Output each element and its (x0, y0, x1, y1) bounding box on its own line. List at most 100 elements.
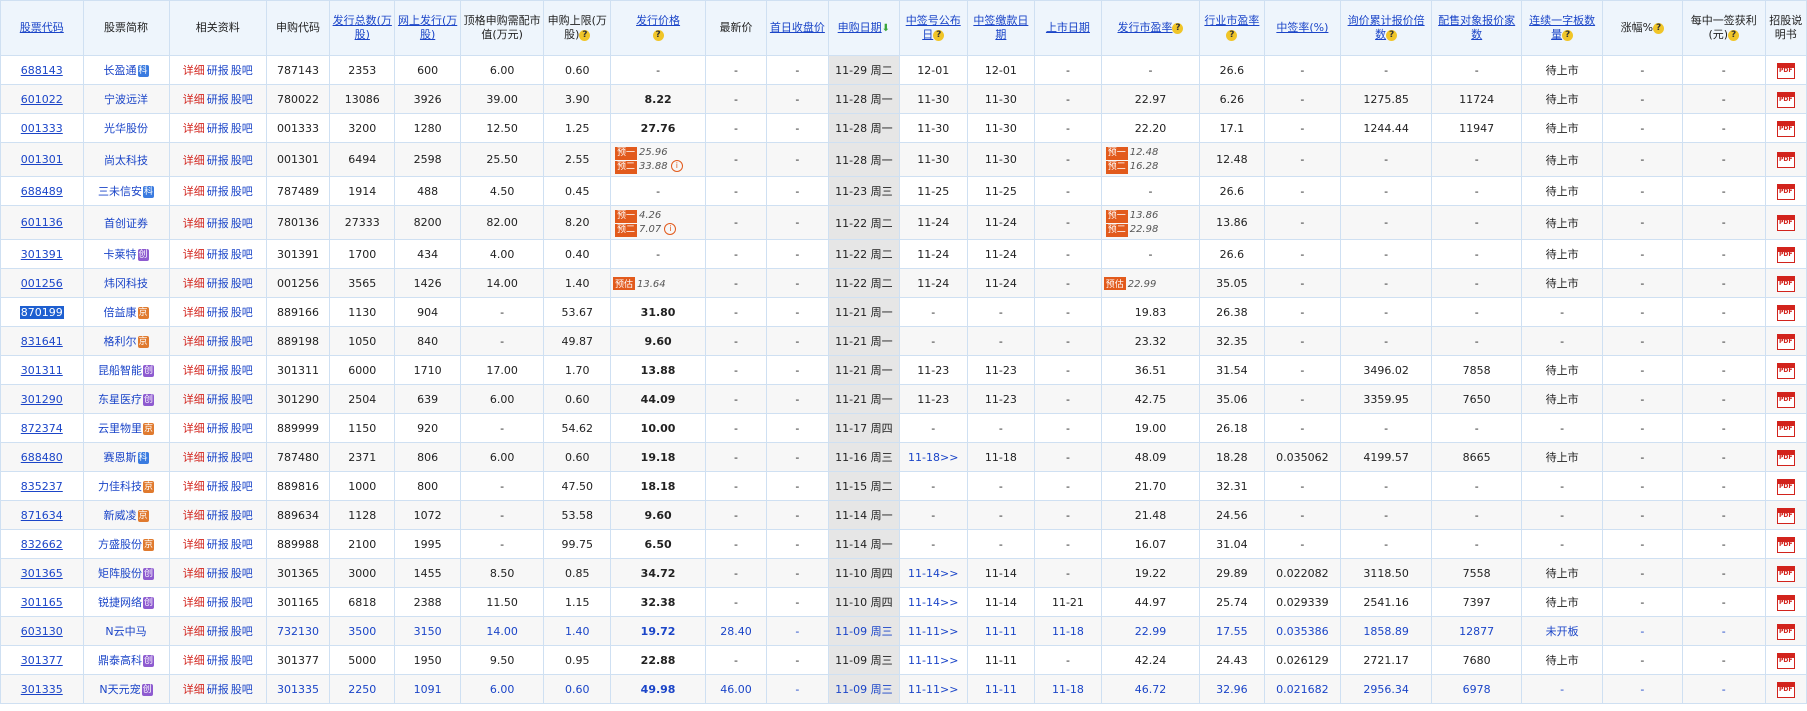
question-icon[interactable]: ? (933, 29, 945, 41)
research-link[interactable]: 研报 (207, 422, 229, 435)
forum-link[interactable]: 股吧 (231, 451, 253, 464)
stock-name-link[interactable]: 三未信安 (98, 185, 142, 198)
stock-name-cell[interactable]: 宁波远洋 (82, 84, 170, 114)
pdf-icon[interactable]: PDF (1776, 681, 1795, 698)
question-icon[interactable]: ? (652, 29, 664, 41)
stock-name-link[interactable]: 首创证券 (104, 217, 148, 230)
stock-code-cell[interactable]: 001301 (0, 142, 84, 177)
pdf-icon[interactable]: PDF (1776, 478, 1795, 495)
detail-link[interactable]: 详细 (183, 596, 205, 609)
forum-link[interactable]: 股吧 (231, 217, 253, 230)
stock-name-cell[interactable]: 鼎泰高科创 (82, 645, 170, 675)
forum-link[interactable]: 股吧 (231, 185, 253, 198)
research-link[interactable]: 研报 (207, 451, 229, 464)
stock-name-link[interactable]: 鼎泰高科 (98, 654, 142, 667)
stock-code-cell[interactable]: 301335 (0, 674, 84, 704)
research-link[interactable]: 研报 (207, 509, 229, 522)
research-link[interactable]: 研报 (207, 596, 229, 609)
pdf-icon[interactable]: PDF (1776, 215, 1795, 231)
pdf-icon[interactable]: PDF (1776, 565, 1795, 582)
research-link[interactable]: 研报 (207, 625, 229, 638)
header-code[interactable]: 股票代码 (0, 0, 84, 56)
detail-link[interactable]: 详细 (183, 335, 205, 348)
stock-name-link[interactable]: 东星医疗 (98, 393, 142, 406)
stock-name-link[interactable]: 尚太科技 (104, 154, 148, 167)
info-icon[interactable]: i (664, 222, 677, 235)
research-link[interactable]: 研报 (207, 364, 229, 377)
pdf-icon[interactable]: PDF (1776, 246, 1795, 263)
stock-name-link[interactable]: 卡莱特 (104, 248, 137, 261)
detail-link[interactable]: 详细 (183, 93, 205, 106)
detail-link[interactable]: 详细 (183, 122, 205, 135)
stock-name-cell[interactable]: 矩阵股份创 (82, 558, 170, 588)
stock-name-link[interactable]: 矩阵股份 (98, 567, 142, 580)
header-win-rate[interactable]: 中签率(%) (1263, 0, 1342, 56)
detail-link[interactable]: 详细 (183, 451, 205, 464)
forum-link[interactable]: 股吧 (231, 277, 253, 290)
research-link[interactable]: 研报 (207, 217, 229, 230)
header-pay-date[interactable]: 中签缴款日期 (966, 0, 1036, 56)
pdf-icon[interactable]: PDF (1776, 275, 1795, 292)
announce-date-cell[interactable]: 11-11>> (898, 616, 968, 646)
stock-code-link[interactable]: 001333 (21, 122, 63, 135)
detail-link[interactable]: 详细 (183, 422, 205, 435)
stock-code-cell[interactable]: 832662 (0, 529, 84, 559)
stock-name-cell[interactable]: 云里物里京 (82, 413, 170, 443)
forum-link[interactable]: 股吧 (231, 248, 253, 261)
stock-code-cell[interactable]: 870199 (0, 297, 84, 327)
stock-code-link[interactable]: 301365 (21, 567, 63, 580)
header-industry-pe[interactable]: 行业市盈率? (1199, 0, 1265, 56)
announce-date-cell[interactable]: 11-14>> (898, 587, 968, 617)
prospectus-cell[interactable]: PDF (1764, 55, 1807, 85)
prospectus-cell[interactable]: PDF (1764, 113, 1807, 143)
stock-code-cell[interactable]: 301391 (0, 239, 84, 269)
header-announce-date[interactable]: 中签号公布日? (898, 0, 968, 56)
stock-code-link[interactable]: 872374 (21, 422, 63, 435)
pdf-icon[interactable]: PDF (1776, 120, 1795, 137)
stock-name-link[interactable]: 倍益康 (104, 306, 137, 319)
research-link[interactable]: 研报 (207, 335, 229, 348)
stock-code-link[interactable]: 870199 (19, 305, 64, 319)
header-issue-price[interactable]: 发行价格? (609, 0, 707, 56)
prospectus-cell[interactable]: PDF (1764, 558, 1807, 588)
stock-name-cell[interactable]: 炜冈科技 (82, 268, 170, 298)
stock-code-link[interactable]: 688489 (21, 185, 63, 198)
stock-name-link[interactable]: 新威凌 (104, 509, 137, 522)
header-issue-total[interactable]: 发行总数(万股) (329, 0, 396, 56)
stock-code-link[interactable]: 688143 (21, 64, 63, 77)
research-link[interactable]: 研报 (207, 93, 229, 106)
stock-name-cell[interactable]: 卡莱特创 (82, 239, 170, 269)
detail-link[interactable]: 详细 (183, 654, 205, 667)
stock-code-link[interactable]: 001256 (21, 277, 63, 290)
stock-name-link[interactable]: 宁波远洋 (104, 93, 148, 106)
forum-link[interactable]: 股吧 (231, 93, 253, 106)
header-consecutive[interactable]: 连续一字板数量? (1521, 0, 1603, 56)
stock-name-cell[interactable]: 新威凌京 (82, 500, 170, 530)
forum-link[interactable]: 股吧 (231, 122, 253, 135)
forum-link[interactable]: 股吧 (231, 538, 253, 551)
stock-name-cell[interactable]: 光华股份 (82, 113, 170, 143)
announce-date-cell[interactable]: 11-11>> (898, 674, 968, 704)
stock-code-link[interactable]: 871634 (21, 509, 63, 522)
pdf-icon[interactable]: PDF (1776, 594, 1795, 611)
prospectus-cell[interactable]: PDF (1764, 529, 1807, 559)
stock-name-link[interactable]: 光华股份 (104, 122, 148, 135)
stock-name-cell[interactable]: N天元宠创 (82, 674, 170, 704)
forum-link[interactable]: 股吧 (231, 335, 253, 348)
stock-code-link[interactable]: 601136 (21, 216, 63, 229)
prospectus-cell[interactable]: PDF (1764, 205, 1807, 240)
research-link[interactable]: 研报 (207, 567, 229, 580)
header-placement-count[interactable]: 配售对象报价家数 (1430, 0, 1523, 56)
detail-link[interactable]: 详细 (183, 683, 205, 696)
research-link[interactable]: 研报 (207, 393, 229, 406)
research-link[interactable]: 研报 (207, 683, 229, 696)
pdf-icon[interactable]: PDF (1776, 536, 1795, 553)
prospectus-cell[interactable]: PDF (1764, 587, 1807, 617)
question-icon[interactable]: ? (1386, 29, 1398, 41)
stock-name-link[interactable]: N天元宠 (99, 683, 140, 696)
detail-link[interactable]: 详细 (183, 306, 205, 319)
stock-name-cell[interactable]: 倍益康京 (82, 297, 170, 327)
stock-name-cell[interactable]: 赛恩斯科 (82, 442, 170, 472)
stock-code-cell[interactable]: 001256 (0, 268, 84, 298)
stock-code-cell[interactable]: 301365 (0, 558, 84, 588)
